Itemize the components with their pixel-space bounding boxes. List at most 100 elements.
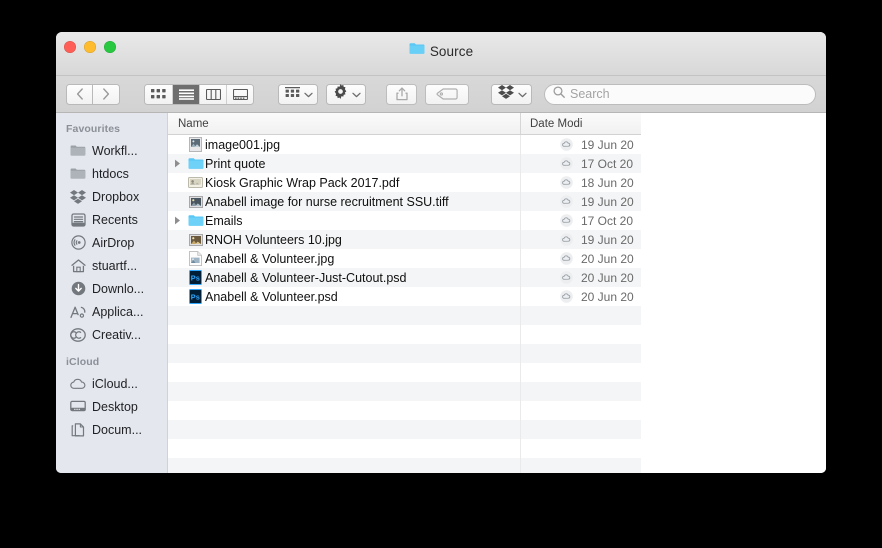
sidebar-item-downloads[interactable]: Downlo... (56, 277, 167, 300)
table-row[interactable]: Print quote 17 Oct 20 (168, 154, 641, 173)
file-name: image001.jpg (205, 137, 281, 152)
dropbox-sync-icon (553, 214, 579, 227)
file-date: 17 Oct 20 (581, 156, 634, 171)
sidebar-item-desktop[interactable]: Desktop (56, 395, 167, 418)
table-row[interactable]: Ps Anabell & Volunteer-Just-Cutout.psd 2… (168, 268, 641, 287)
file-name: Anabell image for nurse recruitment SSU.… (205, 194, 449, 209)
sidebar-item-documents[interactable]: Docum... (56, 418, 167, 441)
sidebar-item-label: Desktop (92, 399, 138, 414)
view-mode-segmented-control[interactable] (144, 83, 254, 105)
table-row[interactable]: image001.jpg 19 Jun 20 (168, 135, 641, 154)
back-button[interactable] (66, 83, 93, 105)
column-divider (520, 344, 521, 363)
forward-button[interactable] (93, 83, 120, 105)
sidebar-item-icloud-drive[interactable]: iCloud... (56, 372, 167, 395)
search-icon (553, 85, 565, 103)
folder-icon (409, 42, 425, 60)
column-divider (520, 439, 521, 458)
sidebar: Favourites Workfl... htdocs Dropbox Rece… (56, 113, 168, 473)
column-divider (520, 287, 521, 306)
sidebar-item-airdrop[interactable]: AirDrop (56, 231, 167, 254)
column-divider (520, 154, 521, 173)
disclosure-triangle-icon[interactable] (168, 216, 186, 225)
dropbox-sync-icon (553, 233, 579, 246)
sidebar-item-workflow[interactable]: Workfl... (56, 139, 167, 162)
pdf-file-icon (186, 176, 205, 189)
file-date: 20 Jun 20 (581, 289, 634, 304)
close-button[interactable] (64, 41, 76, 53)
file-name: Anabell & Volunteer-Just-Cutout.psd (205, 270, 407, 285)
column-divider (520, 192, 521, 211)
column-divider (520, 173, 521, 192)
table-row[interactable]: Kiosk Graphic Wrap Pack 2017.pdf 18 Jun … (168, 173, 641, 192)
list-view-button[interactable] (172, 84, 199, 104)
sidebar-item-label: iCloud... (92, 376, 138, 391)
column-header-date-modified[interactable]: Date Modi (520, 113, 582, 134)
sidebar-item-label: Docum... (92, 422, 143, 437)
chevron-down-icon (518, 85, 527, 103)
chevron-down-icon (304, 85, 313, 103)
minimize-button[interactable] (84, 41, 96, 53)
sidebar-item-applications[interactable]: Applica... (56, 300, 167, 323)
file-name: Emails (205, 213, 243, 228)
gallery-view-button[interactable] (226, 84, 253, 104)
table-row[interactable]: Emails 17 Oct 20 (168, 211, 641, 230)
empty-row (168, 325, 641, 344)
sidebar-item-dropbox[interactable]: Dropbox (56, 185, 167, 208)
sidebar-item-creative-cloud[interactable]: Creativ... (56, 323, 167, 346)
title-bar: Source (56, 32, 826, 76)
window-title: Source (429, 43, 474, 59)
toolbar: Search (56, 76, 826, 113)
disclosure-triangle-icon[interactable] (168, 159, 186, 168)
desktop-icon (70, 399, 86, 415)
column-header-name[interactable]: Name (168, 118, 520, 130)
column-divider (520, 211, 521, 230)
gear-icon (333, 84, 348, 104)
dropbox-icon (70, 189, 86, 205)
file-name: Print quote (205, 156, 266, 171)
empty-row (168, 458, 641, 473)
file-list-area: Name Date Modi image001.jpg 19 Jun 20 Pr… (168, 113, 826, 473)
file-date: 20 Jun 20 (581, 251, 634, 266)
sidebar-item-home[interactable]: stuartf... (56, 254, 167, 277)
psd-file-icon: Ps (186, 289, 205, 304)
column-divider (520, 458, 521, 473)
column-divider (520, 420, 521, 439)
tags-button[interactable] (425, 83, 469, 105)
sidebar-item-label: Workfl... (92, 143, 138, 158)
search-field[interactable]: Search (544, 83, 816, 105)
icon-view-button[interactable] (145, 84, 172, 104)
table-row[interactable]: RNOH Volunteers 10.jpg 19 Jun 20 (168, 230, 641, 249)
column-divider (520, 306, 521, 325)
file-date: 17 Oct 20 (581, 213, 634, 228)
chevron-down-icon (352, 85, 361, 103)
share-button[interactable] (386, 83, 417, 105)
table-row[interactable]: Anabell image for nurse recruitment SSU.… (168, 192, 641, 211)
dropbox-sync-icon (553, 252, 579, 265)
empty-row (168, 382, 641, 401)
file-date: 20 Jun 20 (581, 270, 634, 285)
dropbox-sync-icon (553, 271, 579, 284)
sidebar-item-label: Downlo... (92, 281, 145, 296)
empty-row (168, 306, 641, 325)
file-date: 19 Jun 20 (581, 137, 634, 152)
action-menu-button[interactable] (326, 83, 366, 105)
sidebar-item-htdocs[interactable]: htdocs (56, 162, 167, 185)
folder-icon (186, 214, 205, 227)
image-file-icon (186, 137, 205, 152)
file-name: Kiosk Graphic Wrap Pack 2017.pdf (205, 175, 400, 190)
empty-row (168, 401, 641, 420)
table-row[interactable]: Ps Anabell & Volunteer.psd 20 Jun 20 (168, 287, 641, 306)
dropbox-menu-button[interactable] (491, 83, 532, 105)
sidebar-item-recents[interactable]: Recents (56, 208, 167, 231)
dropbox-sync-icon (553, 176, 579, 189)
window-body: Favourites Workfl... htdocs Dropbox Rece… (56, 113, 826, 473)
table-row[interactable]: Anabell & Volunteer.jpg 20 Jun 20 (168, 249, 641, 268)
column-divider (520, 135, 521, 154)
group-by-button[interactable] (278, 83, 318, 105)
column-view-button[interactable] (199, 84, 226, 104)
window-title-group: Source (56, 42, 826, 60)
documents-icon (70, 422, 86, 438)
file-name: Anabell & Volunteer.jpg (205, 251, 335, 266)
maximize-button[interactable] (104, 41, 116, 53)
